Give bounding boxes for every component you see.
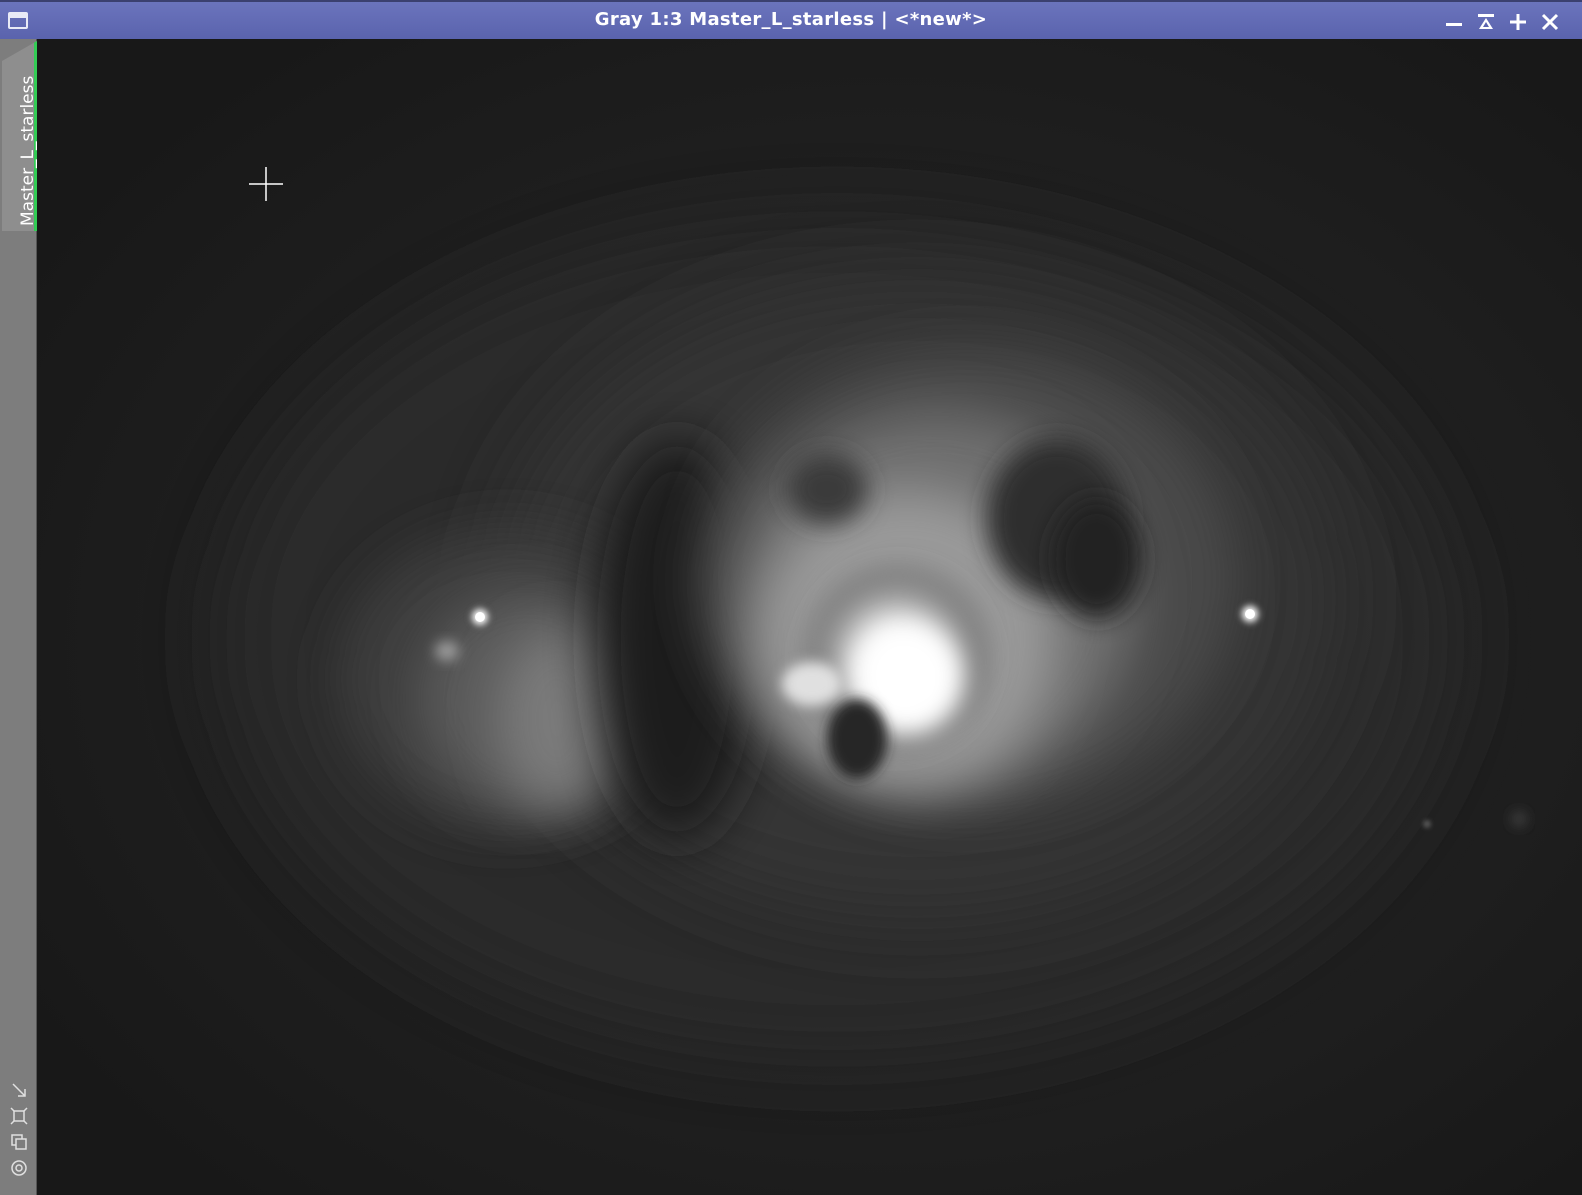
zoom-fit-icon[interactable] xyxy=(9,1106,29,1126)
clone-view-icon[interactable] xyxy=(9,1132,29,1152)
fit-view-icon[interactable] xyxy=(9,1080,29,1100)
image-canvas[interactable] xyxy=(37,39,1582,1195)
image-window: Gray 1:3 Master_L_starless | <*new*> Mas… xyxy=(0,0,1582,1195)
view-tab-label: Master_L_starless xyxy=(18,75,38,226)
maximize-icon[interactable] xyxy=(1507,11,1529,33)
shade-icon[interactable] xyxy=(1475,11,1497,33)
close-icon[interactable] xyxy=(1539,11,1561,33)
minimize-icon[interactable] xyxy=(1443,11,1465,33)
nebula-image xyxy=(37,39,1582,1195)
crosshair-cursor-icon xyxy=(249,167,283,201)
title-bar[interactable]: Gray 1:3 Master_L_starless | <*new*> xyxy=(0,0,1582,39)
window-title: Gray 1:3 Master_L_starless | <*new*> xyxy=(594,9,988,30)
target-icon[interactable] xyxy=(9,1158,29,1178)
